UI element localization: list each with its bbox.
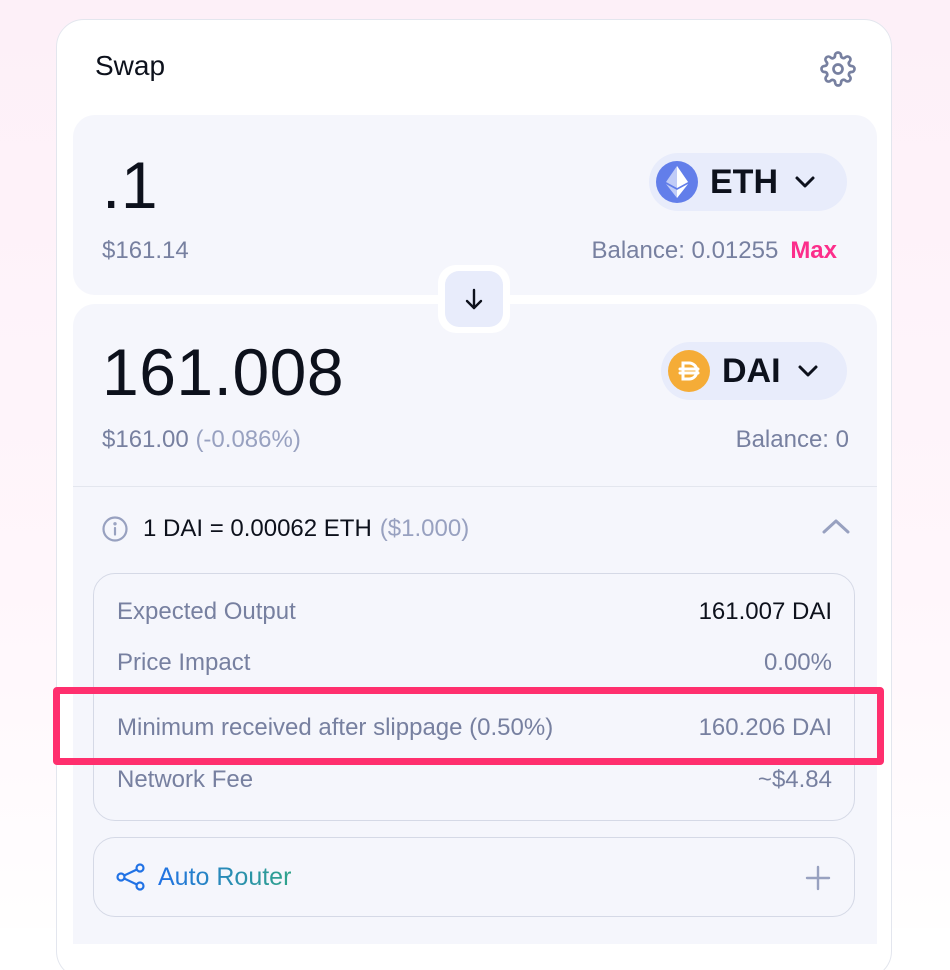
input-balance-row: Balance: 0.01255 Max [591, 237, 837, 265]
arrow-down-icon [465, 288, 483, 310]
detail-label: Expected Output [117, 598, 296, 625]
input-amount-field[interactable]: .1 [102, 147, 158, 223]
settings-button[interactable] [819, 50, 857, 88]
chevron-down-icon [797, 364, 819, 378]
rate-usd: ($1.000) [379, 515, 470, 542]
chevron-down-icon [794, 175, 816, 189]
auto-router-label: Auto Router [158, 862, 292, 891]
detail-value: ~$4.84 [757, 766, 832, 793]
detail-value: 0.00% [763, 649, 832, 676]
rate-row[interactable]: 1 DAI = 0.00062 ETH ($1.000) [101, 515, 469, 543]
detail-row-expected-output: Expected Output 161.007 DAI [117, 598, 832, 626]
swap-card: Swap .1 $161.14 ETH Balance: 0.01255 Max… [56, 19, 892, 970]
swap-direction-wrapper [438, 265, 510, 333]
swap-details: 1 DAI = 0.00062 ETH ($1.000) Expected Ou… [73, 486, 877, 944]
auto-router-row[interactable]: Auto Router [93, 837, 855, 917]
output-amount-field[interactable]: 161.008 [102, 334, 344, 410]
gear-icon [820, 51, 856, 87]
plus-icon[interactable] [804, 864, 832, 892]
eth-icon [656, 161, 698, 203]
detail-value: 161.007 DAI [698, 598, 832, 625]
dai-icon [668, 350, 710, 392]
input-token-selector[interactable]: ETH [649, 153, 847, 211]
output-usd-row: $161.00 (-0.086%) [102, 426, 301, 454]
output-balance: Balance: 0 [735, 426, 849, 453]
detail-value: 160.206 DAI [698, 714, 832, 741]
input-balance: Balance: 0.01255 [591, 237, 779, 264]
collapse-details-button[interactable] [821, 517, 851, 535]
detail-row-price-impact: Price Impact 0.00% [117, 649, 832, 677]
swap-direction-button[interactable] [445, 271, 503, 327]
details-box: Expected Output 161.007 DAI Price Impact… [93, 573, 855, 821]
rate-text: 1 DAI = 0.00062 ETH [143, 515, 372, 542]
input-token-symbol: ETH [710, 162, 778, 201]
max-button[interactable]: Max [790, 237, 837, 265]
router-icon [116, 863, 146, 891]
input-usd-value: $161.14 [102, 237, 189, 264]
detail-label: Minimum received after slippage (0.50%) [117, 714, 554, 741]
output-token-symbol: DAI [722, 351, 781, 390]
output-price-delta: (-0.086%) [195, 426, 301, 453]
output-panel: 161.008 $161.00 (-0.086%) DAI Balance: 0 [73, 304, 877, 944]
output-token-selector[interactable]: DAI [661, 342, 847, 400]
detail-label: Network Fee [117, 766, 254, 793]
detail-row-minimum-received: Minimum received after slippage (0.50%) … [117, 714, 832, 742]
chevron-up-icon [822, 519, 850, 534]
detail-label: Price Impact [117, 649, 251, 676]
output-usd-value: $161.00 [102, 426, 189, 453]
info-icon [101, 515, 129, 543]
page-title: Swap [95, 50, 166, 81]
detail-row-network-fee: Network Fee ~$4.84 [117, 766, 832, 794]
